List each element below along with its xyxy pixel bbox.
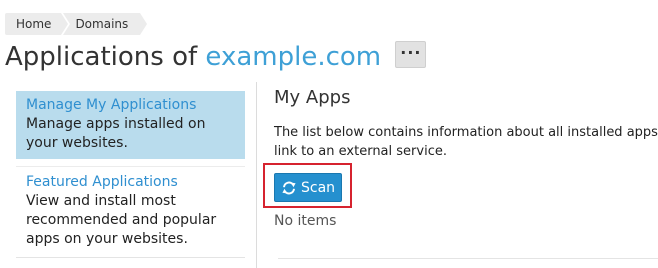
- column-divider: [256, 82, 257, 268]
- more-actions-button[interactable]: ···: [395, 41, 427, 68]
- sidebar-item-description: View and install most recommended and po…: [26, 193, 217, 247]
- sidebar-item-description: Manage apps installed on your websites.: [26, 116, 206, 151]
- sidebar: Manage My Applications Manage apps insta…: [16, 91, 245, 254]
- section-title: My Apps: [274, 87, 351, 108]
- sidebar-item-title[interactable]: Manage My Applications: [26, 96, 237, 115]
- sidebar-item-featured-apps[interactable]: Featured Applications View and install m…: [16, 166, 245, 254]
- page-title-domain: example.com: [205, 42, 382, 72]
- scan-button-label: Scan: [300, 179, 336, 196]
- page-title-prefix: Applications of: [5, 42, 198, 72]
- breadcrumb-domains[interactable]: Domains: [63, 13, 148, 35]
- breadcrumb-home[interactable]: Home: [5, 13, 71, 35]
- intro-text: The list below contains information abou…: [274, 123, 658, 161]
- sidebar-divider: [16, 257, 245, 258]
- main-content: My Apps The list below contains informat…: [274, 86, 658, 161]
- intro-line: link to an external service.: [274, 144, 447, 159]
- sidebar-item-title[interactable]: Featured Applications: [26, 173, 237, 192]
- breadcrumb: Home Domains: [5, 13, 148, 35]
- sidebar-item-manage-apps[interactable]: Manage My Applications Manage apps insta…: [16, 91, 245, 159]
- scan-button[interactable]: Scan: [274, 173, 342, 202]
- list-divider: [278, 258, 658, 259]
- empty-state-text: No items: [274, 213, 337, 229]
- intro-line: The list below contains information abou…: [274, 125, 658, 140]
- page-title: Applications of example.com ···: [5, 40, 427, 74]
- refresh-icon: [281, 181, 297, 195]
